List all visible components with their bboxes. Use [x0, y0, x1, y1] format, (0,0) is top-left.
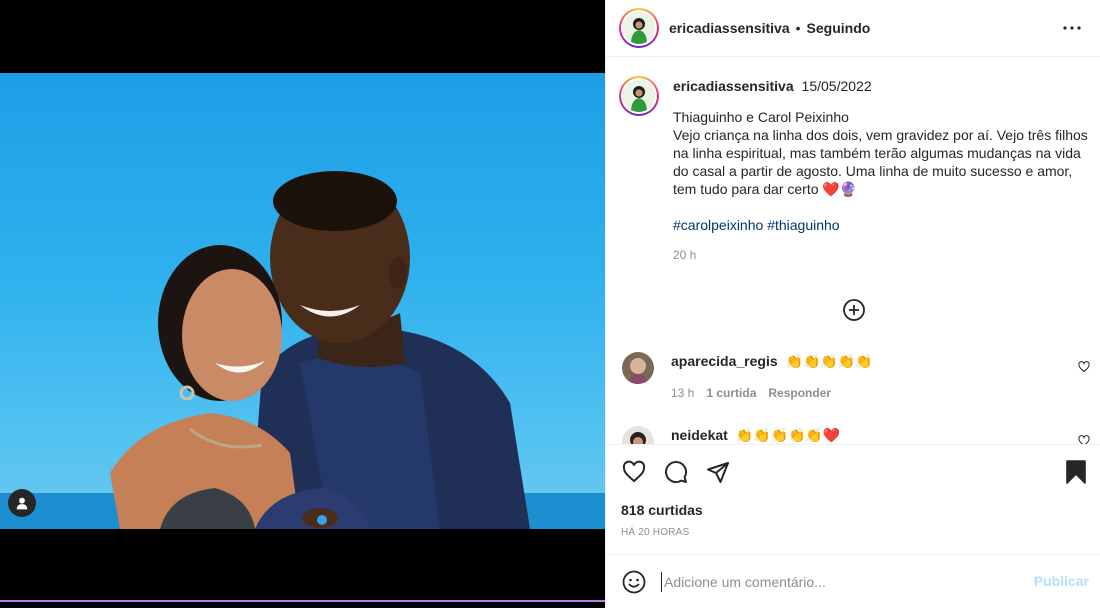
avatar-image — [622, 352, 654, 384]
save-button[interactable] — [1063, 459, 1089, 485]
comment-item: neidekat 👏👏👏👏👏❤️ — [622, 426, 1092, 444]
caption-author-avatar[interactable] — [619, 76, 659, 116]
photo-illustration — [0, 171, 605, 529]
hashtag-link[interactable]: #thiaguinho — [767, 217, 839, 233]
posted-time[interactable]: HÁ 20 HORAS — [621, 527, 689, 538]
heart-icon — [1078, 435, 1090, 444]
likes-count[interactable]: 818 curtidas — [621, 502, 703, 518]
comment-text: 👏👏👏👏👏❤️ — [735, 427, 841, 443]
user-tag-icon — [16, 497, 28, 510]
emoji-icon — [622, 570, 646, 593]
avatar-image — [622, 426, 654, 444]
caption-date: 15/05/2022 — [801, 78, 872, 94]
post-media — [0, 0, 605, 608]
post-caption: ericadiassensitiva 15/05/2022 Thiaguinho… — [619, 76, 1093, 262]
post-side-panel: ericadiassensitiva • Seguindo ericadiass… — [605, 0, 1100, 608]
post-photo[interactable] — [0, 73, 605, 529]
comment-like-button[interactable] — [1078, 360, 1090, 373]
avatar-image — [623, 12, 655, 44]
comments-list[interactable]: ericadiassensitiva 15/05/2022 Thiaguinho… — [606, 58, 1100, 444]
following-button[interactable]: Seguindo — [807, 20, 871, 36]
plus-circle-icon — [843, 299, 865, 321]
separator-dot: • — [795, 20, 801, 36]
emoji-button[interactable] — [621, 569, 647, 595]
commenter-avatar[interactable] — [622, 426, 654, 444]
commenter-username[interactable]: aparecida_regis — [671, 353, 778, 369]
comment-text: 👏👏👏👏👏 — [785, 353, 873, 369]
like-button[interactable] — [621, 459, 647, 485]
author-avatar[interactable] — [619, 8, 659, 48]
media-edge-highlight — [0, 600, 605, 602]
caption-time[interactable]: 20 h — [673, 248, 1093, 262]
reply-button[interactable]: Responder — [768, 384, 831, 402]
add-comment-bar: Publicar — [606, 554, 1100, 608]
comment-likes[interactable]: 1 curtida — [706, 384, 756, 402]
commenter-avatar[interactable] — [622, 352, 654, 384]
author-username[interactable]: ericadiassensitiva — [669, 20, 790, 36]
more-options-button[interactable] — [1060, 18, 1084, 38]
user-tag-button[interactable] — [8, 489, 36, 517]
comment-button[interactable] — [663, 459, 689, 485]
bookmark-icon — [1066, 460, 1086, 484]
commenter-username[interactable]: neidekat — [671, 427, 728, 443]
heart-icon — [1078, 361, 1090, 373]
publish-button[interactable]: Publicar — [1034, 573, 1089, 589]
share-button[interactable] — [705, 459, 731, 485]
comment-time[interactable]: 13 h — [671, 384, 694, 402]
caption-hashtags: #carolpeixinho #thiaguinho — [673, 216, 1093, 234]
send-icon — [707, 462, 729, 483]
comment-icon — [665, 461, 688, 484]
hashtag-link[interactable]: #carolpeixinho — [673, 217, 763, 233]
caption-text: Thiaguinho e Carol Peixinho Vejo criança… — [673, 109, 1088, 197]
heart-icon — [622, 460, 646, 483]
post-actions — [621, 459, 731, 485]
post-header: ericadiassensitiva • Seguindo — [606, 0, 1100, 57]
more-horizontal-icon — [1063, 26, 1081, 30]
caption-username[interactable]: ericadiassensitiva — [673, 78, 794, 94]
load-more-comments-button[interactable] — [842, 298, 866, 322]
comment-item: aparecida_regis 👏👏👏👏👏 13 h 1 curtida Res… — [622, 352, 1092, 402]
post-actions-section: 818 curtidas HÁ 20 HORAS — [606, 444, 1100, 554]
avatar-image — [623, 80, 655, 112]
comment-like-button[interactable] — [1078, 434, 1090, 444]
comment-input[interactable] — [661, 571, 1021, 592]
